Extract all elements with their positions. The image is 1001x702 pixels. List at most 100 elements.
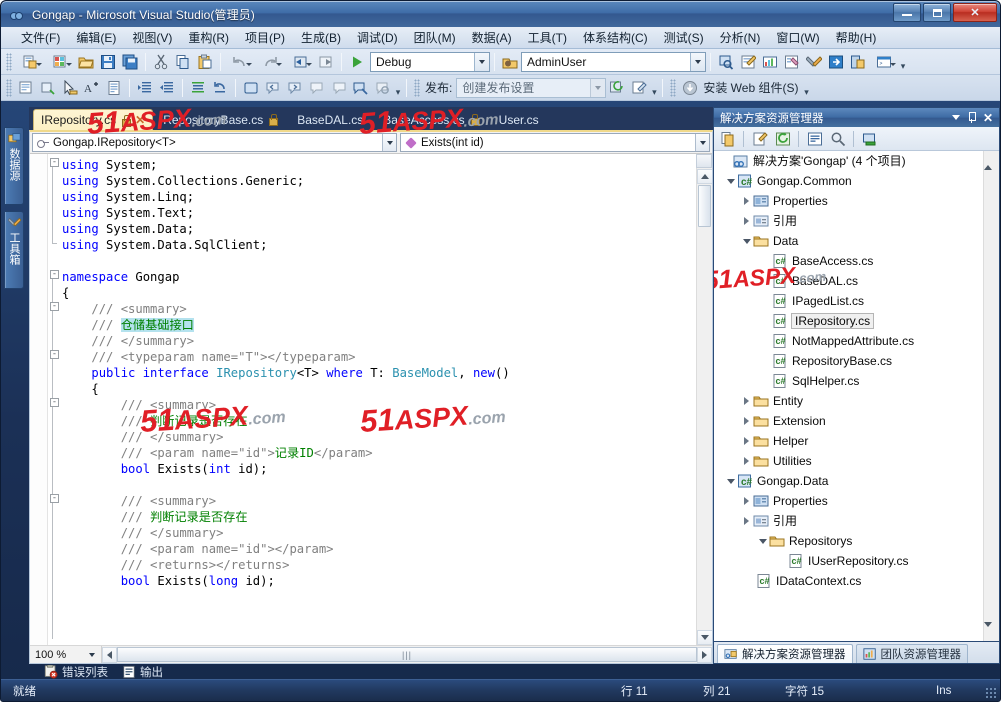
redo-button[interactable] <box>255 51 285 73</box>
fold-toggle-doc-comment-3[interactable]: - <box>50 494 59 503</box>
tree-item-properties-data[interactable]: Properties <box>714 491 983 511</box>
comment-block-button[interactable] <box>187 77 209 99</box>
expander-closed[interactable] <box>740 495 753 508</box>
solution-configuration-combo[interactable]: Debug <box>370 51 490 72</box>
expander-closed[interactable] <box>740 515 753 528</box>
expander-closed[interactable] <box>740 195 753 208</box>
go-to-button[interactable] <box>825 51 847 73</box>
menu-help[interactable]: 帮助(H) <box>828 27 885 49</box>
expander-open[interactable] <box>724 175 737 188</box>
tree-item-iuserrepository-cs[interactable]: c# IUserRepository.cs <box>714 551 983 571</box>
refresh-button[interactable] <box>772 129 793 149</box>
previous-bookmark-folder-button[interactable] <box>306 77 328 99</box>
publish-settings-combo[interactable]: 创建发布设置 <box>456 77 607 98</box>
toolbar-overflow-button[interactable]: ▾ <box>650 78 658 98</box>
editor-vertical-scrollbar[interactable] <box>696 154 712 645</box>
tab-output[interactable]: 输出 <box>115 664 170 680</box>
chevron-down-icon[interactable] <box>474 52 489 71</box>
font-size-button[interactable]: A <box>81 77 103 99</box>
comment-button[interactable] <box>15 77 37 99</box>
editor-splitter-handle[interactable] <box>696 154 712 168</box>
tree-item-references-data[interactable]: 引用 <box>714 511 983 531</box>
tab-irepository-cs[interactable]: IRepository.cs ✕ <box>33 109 154 130</box>
menu-debug[interactable]: 调试(D) <box>349 27 406 49</box>
menu-build[interactable]: 生成(B) <box>293 27 349 49</box>
paste-button[interactable] <box>194 51 216 73</box>
toolbar-grip[interactable] <box>670 78 677 97</box>
chevron-down-icon[interactable] <box>951 115 960 120</box>
tree-vertical-scrollbar[interactable] <box>983 151 999 641</box>
menu-view[interactable]: 视图(V) <box>124 27 180 49</box>
code-text[interactable]: using System; using System.Collections.G… <box>62 157 712 589</box>
start-debugging-button[interactable] <box>346 51 368 73</box>
undo-formatting-button[interactable] <box>209 77 231 99</box>
copy-button[interactable] <box>172 51 194 73</box>
view-code-button[interactable] <box>804 129 825 149</box>
member-navigation-combo[interactable]: Exists(int id) <box>400 133 710 152</box>
expander-open[interactable] <box>740 235 753 248</box>
expander-open[interactable] <box>724 475 737 488</box>
fold-toggle-namespace[interactable]: - <box>50 270 59 279</box>
next-bookmark-button[interactable] <box>284 77 306 99</box>
toolbar-grip[interactable] <box>414 78 420 97</box>
add-new-item-button[interactable] <box>45 51 75 73</box>
bookmark-window-button[interactable] <box>372 77 394 99</box>
zoom-level-combo[interactable]: 100 % <box>30 646 102 663</box>
new-list-button[interactable] <box>737 51 759 73</box>
outdent-button[interactable] <box>156 77 178 99</box>
expander-closed[interactable] <box>740 435 753 448</box>
toolbar-grip[interactable] <box>6 78 12 97</box>
tree-item-ipagedlist-cs[interactable]: c# IPagedList.cs <box>714 291 983 311</box>
publish-edit-button[interactable] <box>628 77 650 99</box>
tab-team-explorer[interactable]: 团队资源管理器 <box>855 644 968 663</box>
properties-window-button[interactable] <box>781 51 803 73</box>
tree-item-idatacontext-cs[interactable]: c# IDataContext.cs <box>714 571 983 591</box>
project-icon-button[interactable] <box>499 51 521 73</box>
indent-button[interactable] <box>134 77 156 99</box>
next-bookmark-folder-button[interactable] <box>328 77 350 99</box>
expander-closed[interactable] <box>740 215 753 228</box>
editor-horizontal-scrollbar[interactable]: ||| <box>102 646 712 663</box>
maximize-button[interactable] <box>923 3 951 22</box>
tab-basedal-cs[interactable]: BaseDAL.cs <box>287 109 373 130</box>
tree-item-notmappedattribute-cs[interactable]: c# NotMappedAttribute.cs <box>714 331 983 351</box>
expander-closed[interactable] <box>740 415 753 428</box>
format-document-button[interactable] <box>103 77 125 99</box>
fold-toggle-interface[interactable]: - <box>50 350 59 359</box>
tree-item-entity-folder[interactable]: Entity <box>714 391 983 411</box>
expander-closed[interactable] <box>740 395 753 408</box>
tree-item-sqlhelper-cs[interactable]: c# SqlHelper.cs <box>714 371 983 391</box>
show-all-files-button[interactable] <box>749 129 770 149</box>
outlining-margin[interactable]: - - - - - - <box>48 154 62 645</box>
chevron-down-icon[interactable] <box>382 134 396 151</box>
menu-edit[interactable]: 编辑(E) <box>68 27 124 49</box>
menu-project[interactable]: 项目(P) <box>237 27 293 49</box>
tree-item-basedal-cs[interactable]: c# BaseDAL.cs <box>714 271 983 291</box>
menu-data[interactable]: 数据(A) <box>464 27 520 49</box>
tree-item-properties-common[interactable]: Properties <box>714 191 983 211</box>
menu-test[interactable]: 测试(S) <box>656 27 712 49</box>
uncomment-button[interactable] <box>37 77 59 99</box>
scroll-right-button[interactable] <box>697 646 712 663</box>
install-web-components-icon[interactable] <box>679 77 701 99</box>
tree-item-extension-folder[interactable]: Extension <box>714 411 983 431</box>
undo-button[interactable] <box>225 51 255 73</box>
expander-open[interactable] <box>756 535 769 548</box>
solution-tree[interactable]: 解决方案'Gongap' (4 个项目) c# Gongap.Common Pr… <box>714 151 999 641</box>
tree-item-baseaccess-cs[interactable]: c# BaseAccess.cs <box>714 251 983 271</box>
cut-button[interactable] <box>150 51 172 73</box>
tree-item-irepository-cs[interactable]: c# IRepository.cs <box>714 311 983 331</box>
menu-team[interactable]: 团队(M) <box>406 27 464 49</box>
tab-solution-explorer[interactable]: 解决方案资源管理器 <box>717 644 853 663</box>
properties-button[interactable] <box>717 129 738 149</box>
close-icon[interactable]: ✕ <box>983 112 993 124</box>
show-output-button[interactable] <box>859 129 880 149</box>
publish-refresh-button[interactable] <box>606 77 628 99</box>
scroll-down-button[interactable] <box>697 630 712 645</box>
clear-bookmarks-button[interactable] <box>350 77 372 99</box>
tools-button[interactable] <box>803 51 825 73</box>
code-editor-surface[interactable]: - - - - - - using System; using System.C… <box>30 154 712 645</box>
tab-baseaccess-cs[interactable]: BaseAccess.cs <box>373 109 488 130</box>
fold-toggle-usings[interactable]: - <box>50 158 59 167</box>
new-project-button[interactable] <box>15 51 45 73</box>
